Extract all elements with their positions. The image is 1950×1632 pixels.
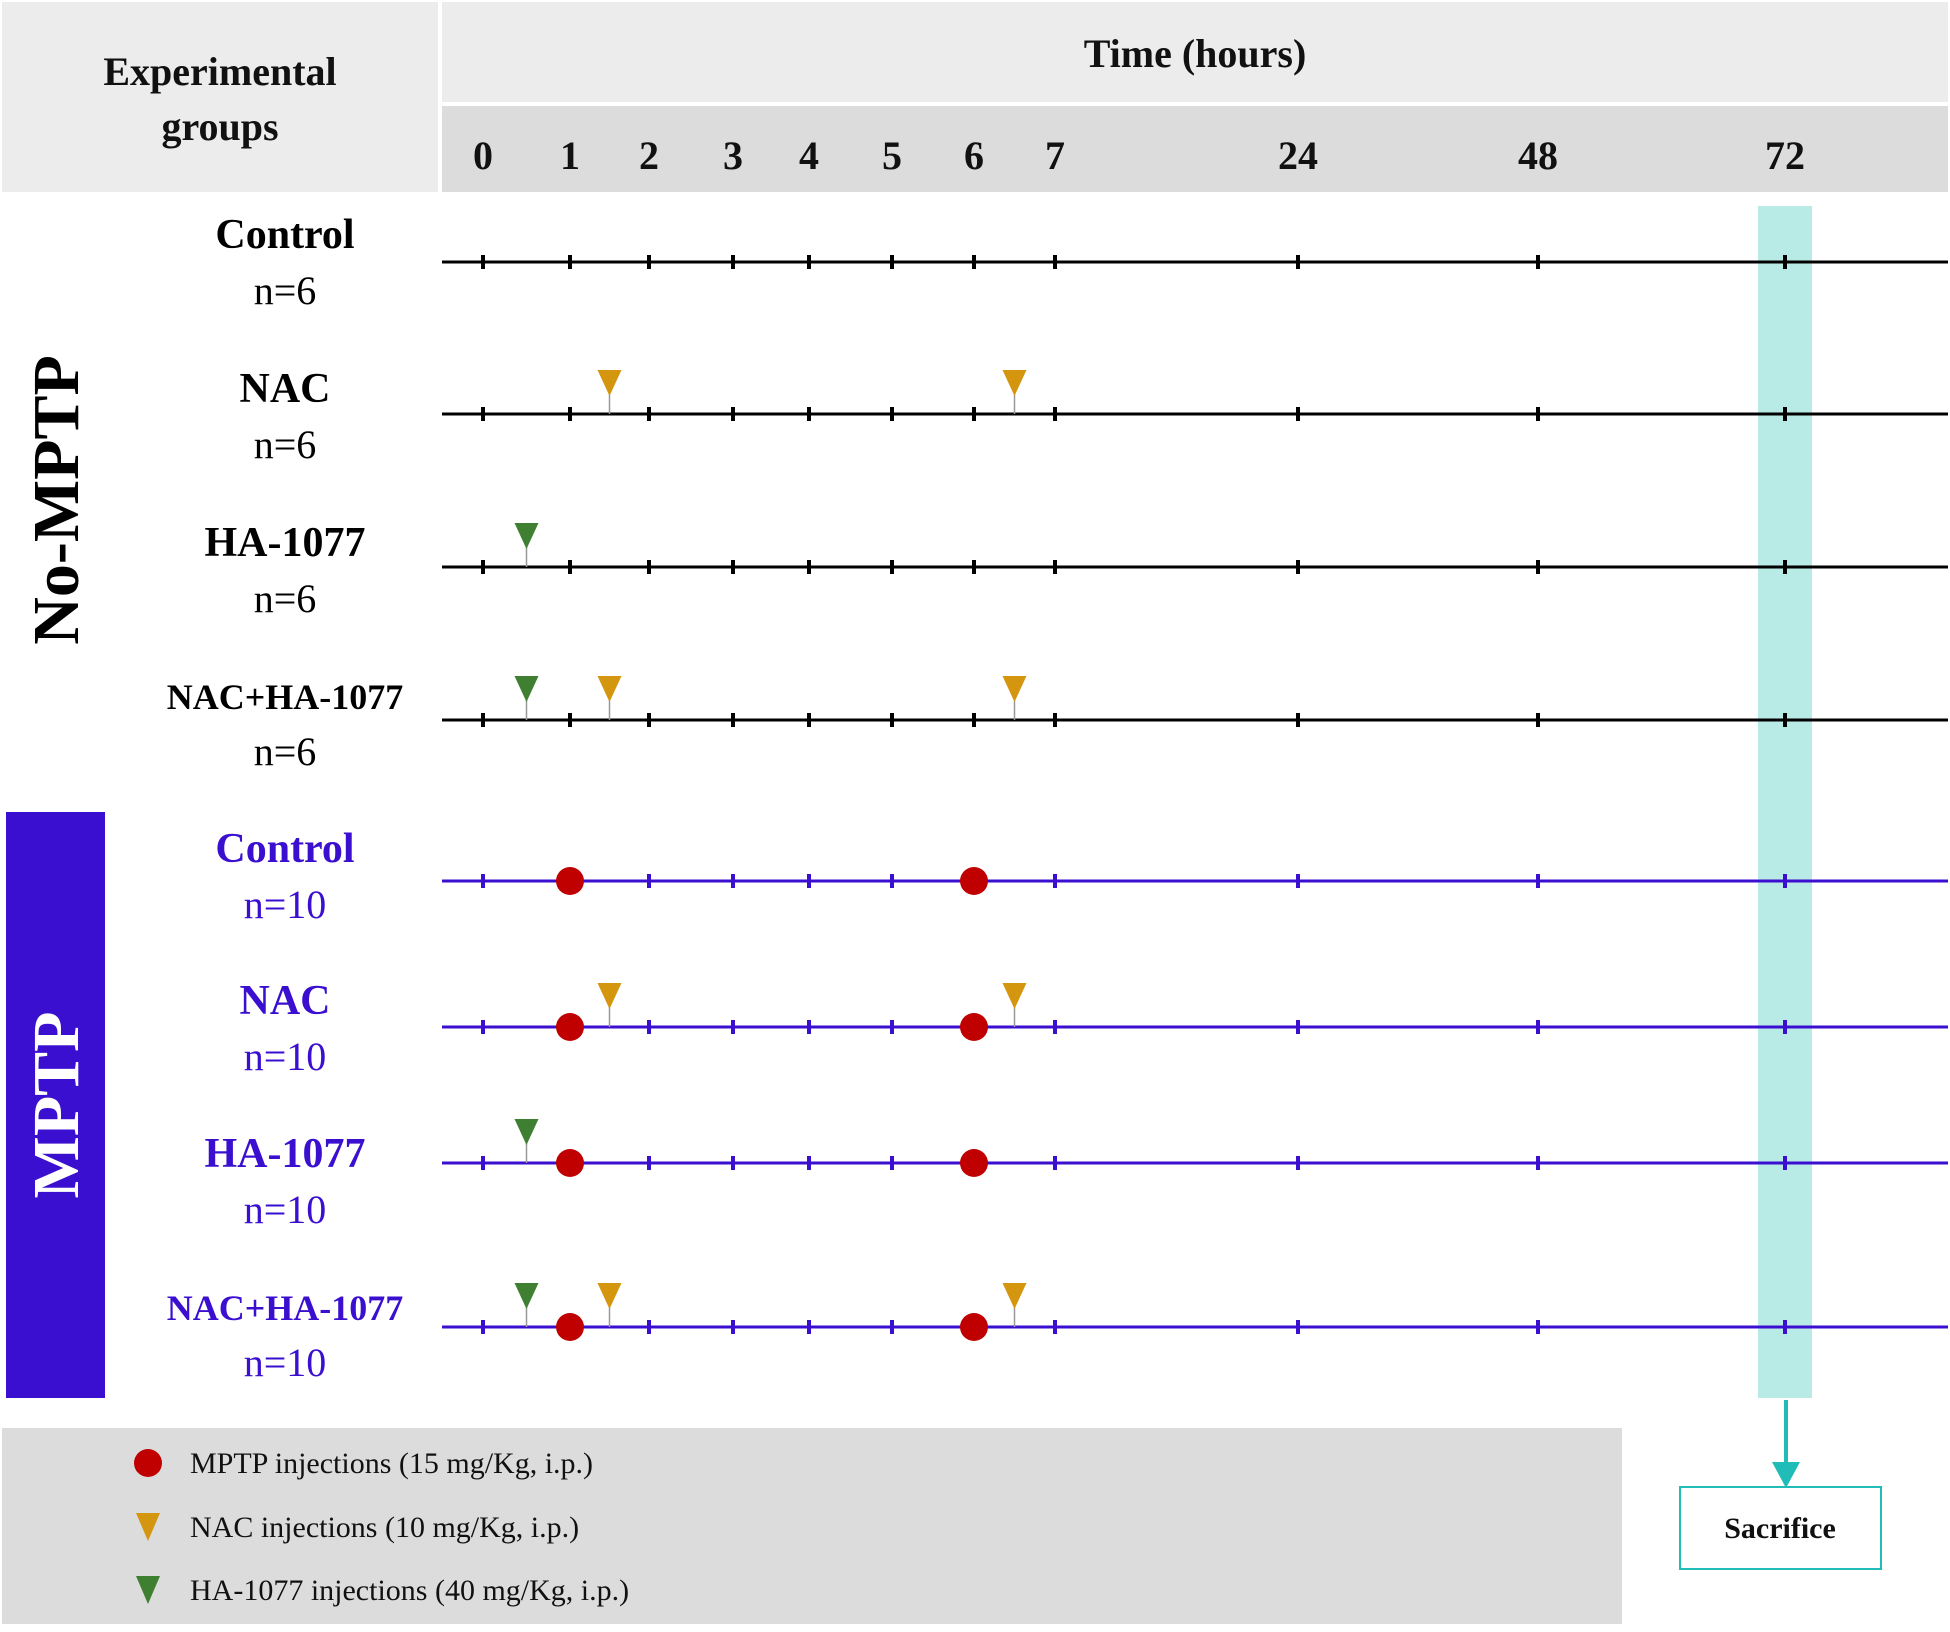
- group-row: Control n=10: [215, 826, 1948, 927]
- time-tick-label: 6: [964, 133, 984, 178]
- group-rows: Control n=6 NAC n=6 HA-1077 n=6 NAC+HA-1077 n=6…: [167, 212, 1948, 1385]
- groups-header-label-line1: Experimental: [103, 49, 336, 94]
- group-row: NAC+HA-1077 n=6: [167, 676, 1948, 774]
- ticks-header-bg: [442, 106, 1948, 192]
- group-name: Control: [215, 212, 354, 258]
- mptp-injection-marker: [556, 1313, 584, 1341]
- nac-injection-marker: [597, 1283, 622, 1309]
- mptp-injection-marker: [556, 1013, 584, 1041]
- group-row: HA-1077 n=10: [205, 1119, 1948, 1232]
- nac-injection-marker: [597, 983, 622, 1009]
- mptp-injection-marker: [960, 867, 988, 895]
- time-axis-title: Time (hours): [1084, 31, 1307, 76]
- time-tick-label: 3: [723, 133, 743, 178]
- ha1077-injection-marker: [514, 1283, 539, 1309]
- group-name: HA-1077: [205, 520, 366, 566]
- time-tick-label: 24: [1278, 133, 1318, 178]
- sacrifice-label: Sacrifice: [1724, 1512, 1836, 1545]
- legend-mptp-marker: [134, 1449, 162, 1477]
- group-n: n=10: [244, 1034, 327, 1079]
- time-tick-label: 7: [1045, 133, 1065, 178]
- nac-injection-marker: [1002, 370, 1027, 396]
- group-n: n=6: [254, 576, 317, 621]
- legend-entry-text: MPTP injections (15 mg/Kg, i.p.): [190, 1447, 593, 1480]
- mptp-injection-marker: [556, 1149, 584, 1177]
- legend-entry-text: HA-1077 injections (40 mg/Kg, i.p.): [190, 1574, 629, 1607]
- group-row: NAC n=10: [240, 978, 1948, 1079]
- ha1077-injection-marker: [514, 523, 539, 549]
- ha1077-injection-marker: [514, 1119, 539, 1145]
- time-tick-label: 4: [799, 133, 819, 178]
- time-tick-label: 0: [473, 133, 493, 178]
- group-name: HA-1077: [205, 1131, 366, 1177]
- mptp-injection-marker: [556, 867, 584, 895]
- mptp-injection-marker: [960, 1149, 988, 1177]
- time-tick-label: 72: [1765, 133, 1805, 178]
- groups-header-label-line2: groups: [161, 104, 278, 149]
- nac-injection-marker: [597, 676, 622, 702]
- group-n: n=6: [254, 422, 317, 467]
- group-n: n=10: [244, 882, 327, 927]
- group-n: n=10: [244, 1187, 327, 1232]
- group-name: NAC: [240, 366, 331, 412]
- group-name: Control: [215, 826, 354, 872]
- time-tick-label: 48: [1518, 133, 1558, 178]
- sacrifice-arrowhead: [1772, 1462, 1800, 1488]
- group-name: NAC+HA-1077: [167, 677, 404, 717]
- mptp-injection-marker: [960, 1313, 988, 1341]
- nac-injection-marker: [597, 370, 622, 396]
- nac-injection-marker: [1002, 676, 1027, 702]
- group-row: HA-1077 n=6: [205, 520, 1948, 621]
- legend-entry-text: NAC injections (10 mg/Kg, i.p.): [190, 1511, 579, 1544]
- mptp-injection-marker: [960, 1013, 988, 1041]
- group-row: Control n=6: [215, 212, 1948, 313]
- time-tick-label: 2: [639, 133, 659, 178]
- group-row: NAC n=6: [240, 366, 1948, 467]
- experimental-timeline-diagram: Experimental groups Time (hours) 0 1 2 3 4 5 6…: [0, 0, 1950, 1627]
- group-name: NAC: [240, 978, 331, 1024]
- group-row: NAC+HA-1077 n=10: [167, 1283, 1948, 1385]
- sacrifice-highlight-band: [1758, 206, 1812, 1398]
- time-tick-label: 5: [882, 133, 902, 178]
- time-tick-label: 1: [560, 133, 580, 178]
- legend: MPTP injections (15 mg/Kg, i.p.) NAC inje…: [134, 1447, 629, 1607]
- group-n: n=6: [254, 268, 317, 313]
- nac-injection-marker: [1002, 983, 1027, 1009]
- nac-injection-marker: [1002, 1283, 1027, 1309]
- group-n: n=6: [254, 729, 317, 774]
- timeline-svg: Experimental groups Time (hours) 0 1 2 3 4 5 6…: [2, 2, 1948, 1624]
- section-label-mptp: MPTP: [20, 1012, 93, 1199]
- groups-header-bg: [2, 2, 438, 192]
- ha1077-injection-marker: [514, 676, 539, 702]
- group-n: n=10: [244, 1340, 327, 1385]
- section-label-no-mptp: No-MPTP: [20, 355, 93, 645]
- group-name: NAC+HA-1077: [167, 1288, 404, 1328]
